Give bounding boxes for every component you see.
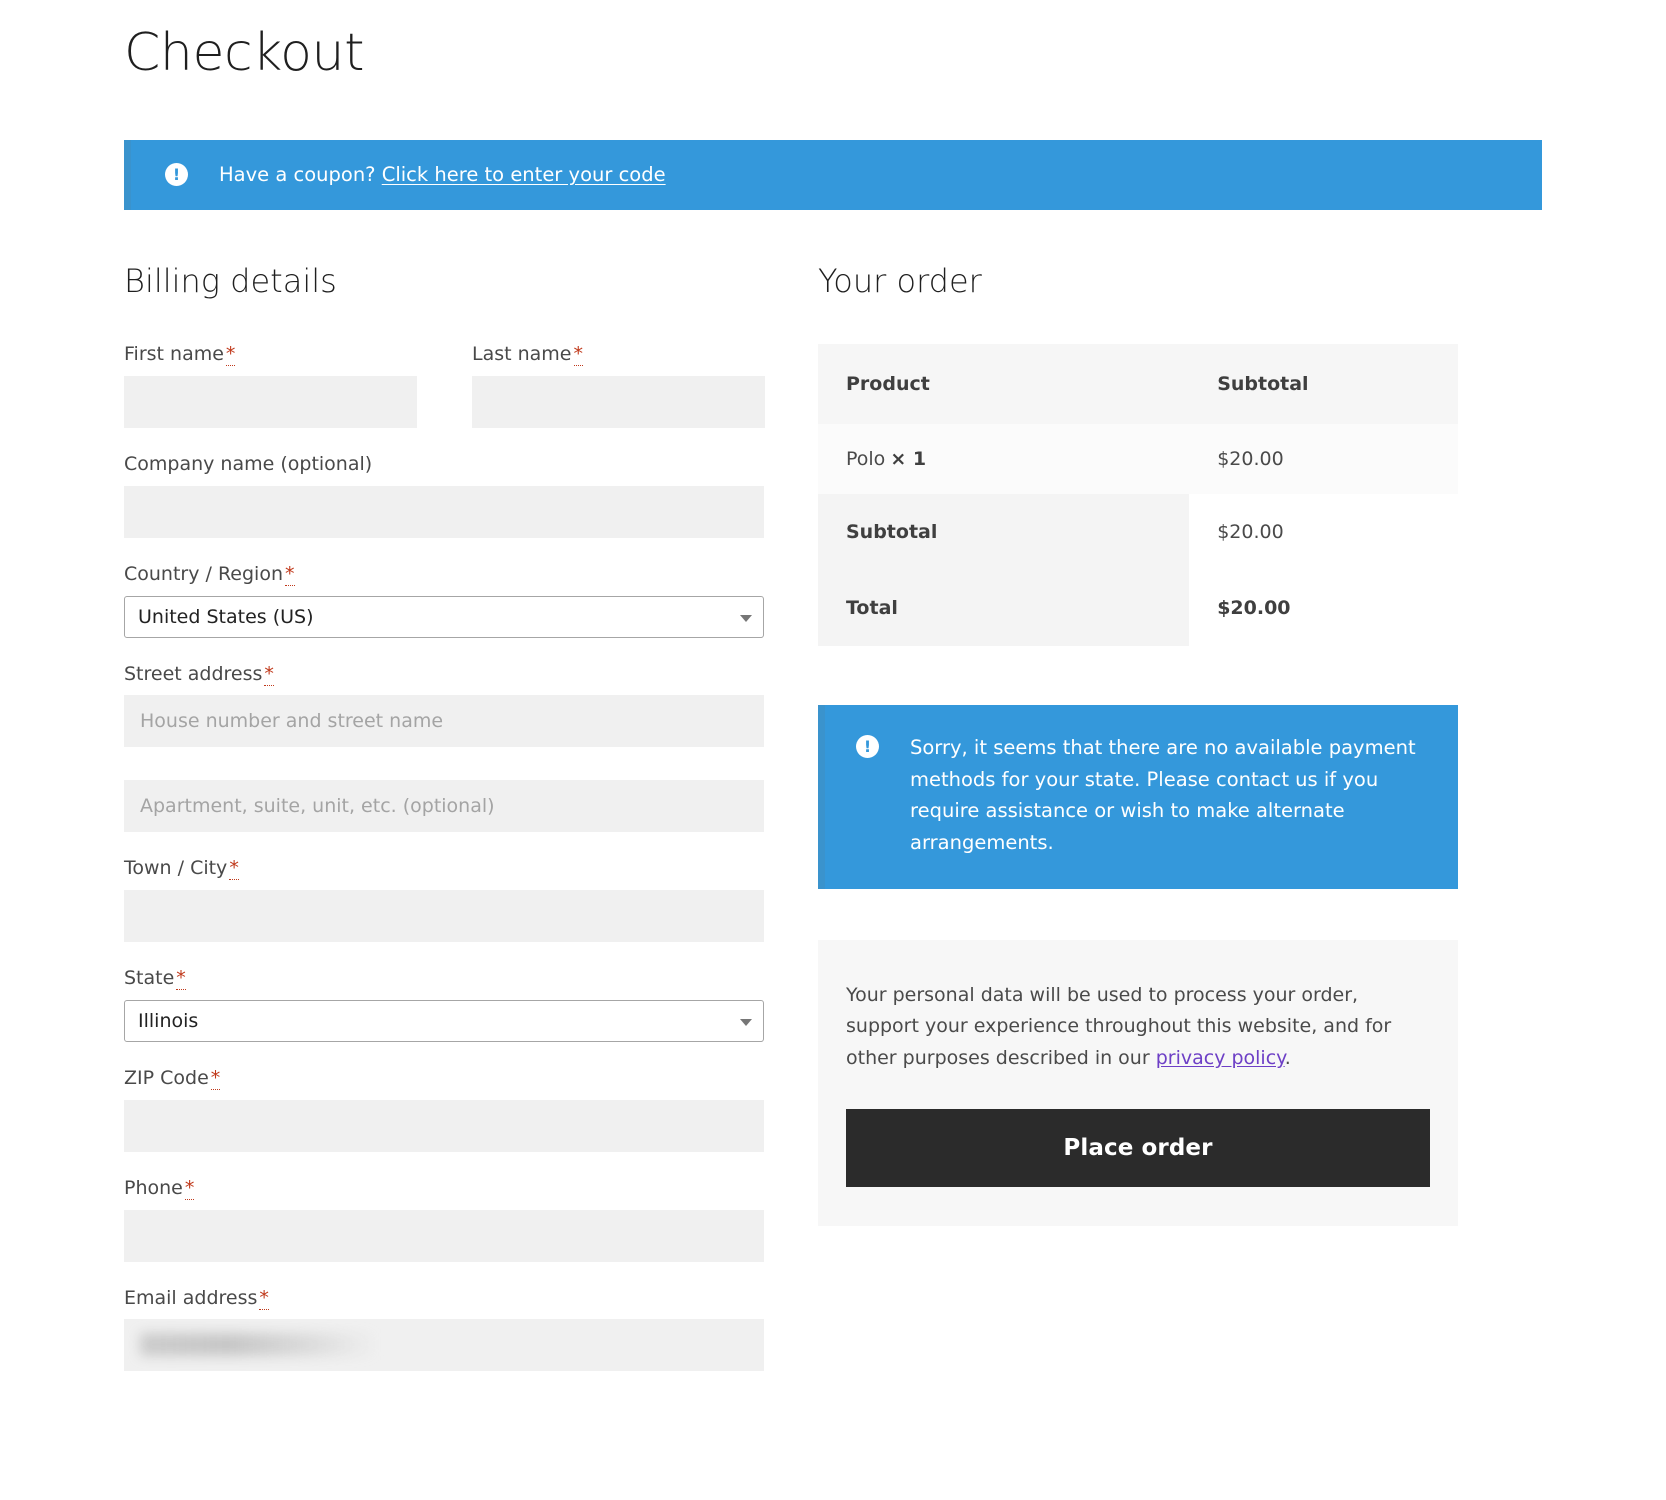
- zip-code-input[interactable]: [124, 1100, 764, 1152]
- phone-label: Phone*: [124, 1177, 764, 1200]
- order-subtotal-label: Subtotal: [818, 494, 1189, 570]
- address-line-2-field: [124, 780, 764, 832]
- order-total-row: Total $20.00: [818, 570, 1458, 646]
- email-label-text: Email address: [124, 1287, 257, 1309]
- required-marker: *: [574, 343, 584, 366]
- order-table-header-row: Product Subtotal: [818, 344, 1458, 424]
- city-label: Town / City*: [124, 857, 764, 880]
- state-select-wrapper: Illinois: [124, 1000, 764, 1042]
- required-marker: *: [185, 1177, 195, 1200]
- state-field: State* Illinois: [124, 967, 764, 1042]
- first-name-label: First name*: [124, 343, 417, 366]
- company-input[interactable]: [124, 486, 764, 538]
- email-input[interactable]: [124, 1319, 764, 1371]
- zip-code-label: ZIP Code*: [124, 1067, 764, 1090]
- required-marker: *: [211, 1067, 221, 1090]
- checkout-columns: Billing details First name* Last name*: [124, 262, 1542, 1397]
- country-field: Country / Region* United States (US): [124, 563, 764, 638]
- state-select[interactable]: Illinois: [124, 1000, 764, 1042]
- coupon-notice[interactable]: ! Have a coupon? Click here to enter you…: [124, 140, 1542, 210]
- required-marker: *: [285, 563, 295, 586]
- order-subtotal-row: Subtotal $20.00: [818, 494, 1458, 570]
- line-item-product-cell: Polo× 1: [818, 424, 1189, 494]
- last-name-label: Last name*: [472, 343, 765, 366]
- order-summary-column: Your order Product Subtotal Polo× 1: [818, 262, 1458, 1226]
- order-total-amount: $20.00: [1189, 570, 1458, 646]
- required-marker: *: [264, 663, 274, 686]
- country-select-wrapper: United States (US): [124, 596, 764, 638]
- billing-details-heading: Billing details: [124, 262, 764, 300]
- order-review-table: Product Subtotal Polo× 1 $20.00 Subtot: [818, 344, 1458, 646]
- privacy-text-before: Your personal data will be used to proce…: [846, 984, 1391, 1070]
- column-header-subtotal: Subtotal: [1189, 344, 1458, 424]
- info-exclamation-icon: !: [856, 735, 879, 758]
- city-input[interactable]: [124, 890, 764, 942]
- order-table-body: Polo× 1 $20.00 Subtotal $20.00 Total $20…: [818, 424, 1458, 646]
- phone-label-text: Phone: [124, 1177, 183, 1199]
- first-name-input[interactable]: [124, 376, 417, 428]
- street-address-label-text: Street address: [124, 663, 262, 685]
- last-name-label-text: Last name: [472, 343, 572, 365]
- country-select[interactable]: United States (US): [124, 596, 764, 638]
- city-field: Town / City*: [124, 857, 764, 942]
- no-payment-methods-notice: ! Sorry, it seems that there are no avai…: [818, 705, 1458, 888]
- first-name-label-text: First name: [124, 343, 224, 365]
- order-subtotal-amount: $20.00: [1189, 494, 1458, 570]
- state-label: State*: [124, 967, 764, 990]
- page-content: Checkout ! Have a coupon? Click here to …: [0, 0, 1666, 1396]
- enter-coupon-code-link[interactable]: Click here to enter your code: [382, 163, 666, 186]
- required-marker: *: [229, 857, 239, 880]
- email-input-wrapper: [124, 1319, 764, 1371]
- last-name-input[interactable]: [472, 376, 765, 428]
- required-marker: *: [226, 343, 236, 366]
- privacy-policy-text: Your personal data will be used to proce…: [846, 980, 1430, 1076]
- order-line-item-row: Polo× 1 $20.00: [818, 424, 1458, 494]
- email-field: Email address*: [124, 1287, 764, 1372]
- no-payment-methods-message: Sorry, it seems that there are no availa…: [910, 732, 1418, 858]
- privacy-policy-link[interactable]: privacy policy: [1156, 1047, 1285, 1069]
- line-item-name: Polo: [846, 448, 885, 470]
- phone-field: Phone*: [124, 1177, 764, 1262]
- company-field: Company name (optional): [124, 453, 764, 538]
- info-exclamation-icon: !: [165, 163, 188, 186]
- email-label: Email address*: [124, 1287, 764, 1310]
- coupon-notice-text: Have a coupon? Click here to enter your …: [219, 163, 666, 186]
- billing-details-column: Billing details First name* Last name*: [124, 262, 764, 1397]
- street-address-input[interactable]: [124, 695, 764, 747]
- page-title: Checkout: [124, 0, 1542, 84]
- street-address-field: Street address*: [124, 663, 764, 833]
- coupon-prompt-label: Have a coupon?: [219, 163, 376, 186]
- address-line-2-input[interactable]: [124, 780, 764, 832]
- phone-input[interactable]: [124, 1210, 764, 1262]
- name-field-row: First name* Last name*: [124, 343, 764, 428]
- required-marker: *: [176, 967, 186, 990]
- state-label-text: State: [124, 967, 174, 989]
- required-marker: *: [259, 1287, 269, 1310]
- line-item-amount: $20.00: [1189, 424, 1458, 494]
- zip-code-field: ZIP Code*: [124, 1067, 764, 1152]
- privacy-text-after: .: [1285, 1047, 1291, 1069]
- order-table-head: Product Subtotal: [818, 344, 1458, 424]
- street-address-label: Street address*: [124, 663, 764, 686]
- first-name-field: First name*: [124, 343, 417, 428]
- line-item-quantity: × 1: [890, 448, 926, 470]
- country-label-text: Country / Region: [124, 563, 283, 585]
- country-label: Country / Region*: [124, 563, 764, 586]
- privacy-and-submit-panel: Your personal data will be used to proce…: [818, 940, 1458, 1227]
- checkout-page: Checkout ! Have a coupon? Click here to …: [0, 0, 1666, 1500]
- column-header-product: Product: [818, 344, 1189, 424]
- last-name-field: Last name*: [472, 343, 765, 428]
- city-label-text: Town / City: [124, 857, 227, 879]
- place-order-button[interactable]: Place order: [846, 1109, 1430, 1187]
- zip-code-label-text: ZIP Code: [124, 1067, 209, 1089]
- company-label: Company name (optional): [124, 453, 764, 476]
- order-total-label: Total: [818, 570, 1189, 646]
- your-order-heading: Your order: [818, 262, 1458, 300]
